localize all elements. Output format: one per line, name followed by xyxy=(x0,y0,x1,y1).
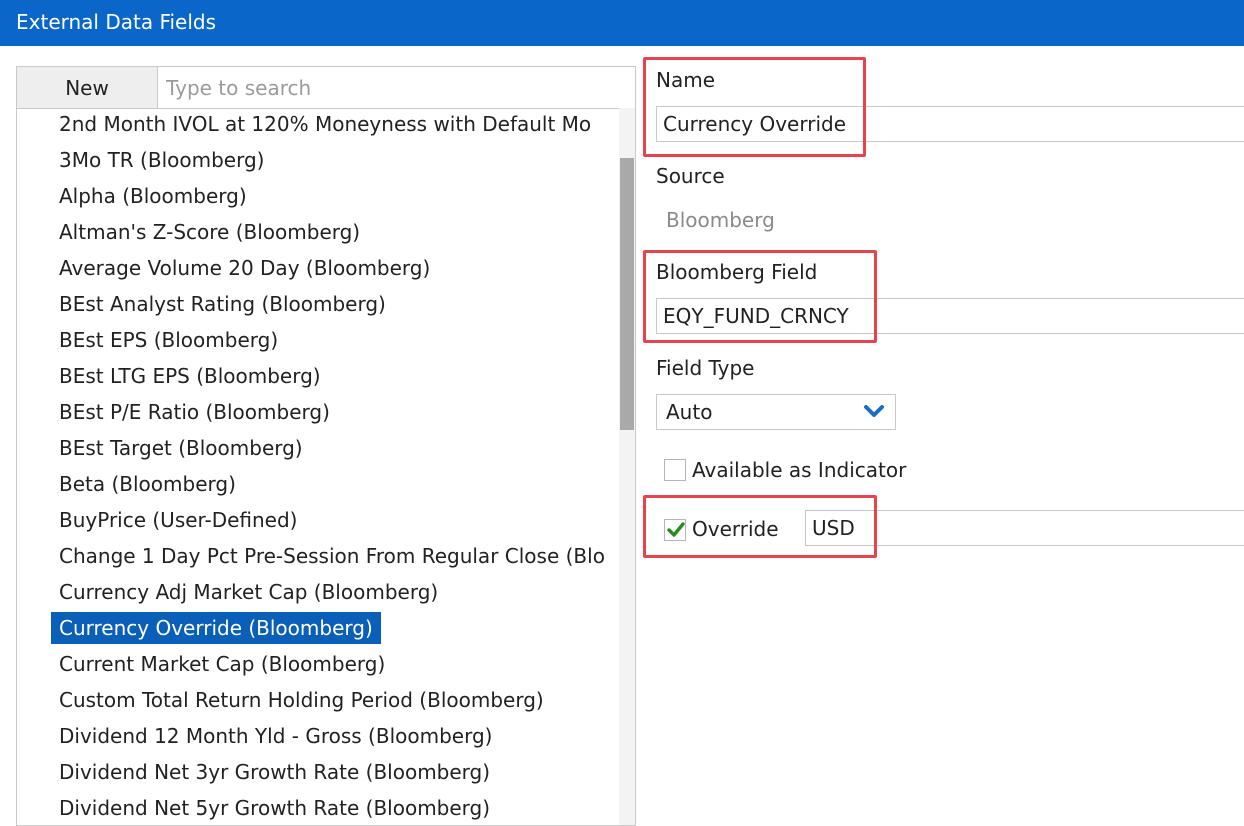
source-label: Source xyxy=(656,164,725,188)
list-item-selected[interactable]: Currency Override (Bloomberg) xyxy=(51,612,381,644)
list-item[interactable]: BEst LTG EPS (Bloomberg) xyxy=(51,360,329,392)
list-scrollbar[interactable] xyxy=(619,108,635,825)
fields-list: 2nd Month IVOL at 120% Moneyness with De… xyxy=(17,108,619,825)
fields-list-panel: New 2nd Month IVOL at 120% Moneyness wit… xyxy=(16,66,636,826)
list-item[interactable]: BEst Analyst Rating (Bloomberg) xyxy=(51,288,394,320)
list-item[interactable]: Dividend Net 5yr Growth Rate (Bloomberg) xyxy=(51,792,498,824)
list-item[interactable]: 3Mo TR (Bloomberg) xyxy=(51,144,272,176)
new-button[interactable]: New xyxy=(17,67,158,108)
list-item[interactable]: Beta (Bloomberg) xyxy=(51,468,244,500)
available-indicator-label: Available as Indicator xyxy=(692,458,907,482)
list-item[interactable]: BEst P/E Ratio (Bloomberg) xyxy=(51,396,338,428)
chevron-down-icon xyxy=(864,405,884,417)
field-type-value: Auto xyxy=(666,400,713,424)
list-item[interactable]: Change 1 Day Pct Pre-Session From Regula… xyxy=(51,540,613,572)
list-item[interactable]: Currency Adj Market Cap (Bloomberg) xyxy=(51,576,446,608)
field-type-select[interactable]: Auto xyxy=(656,394,896,430)
window-title: External Data Fields xyxy=(0,0,1244,46)
list-item[interactable]: Custom Total Return Holding Period (Bloo… xyxy=(51,684,552,716)
list-item[interactable]: BEst Target (Bloomberg) xyxy=(51,432,311,464)
list-item[interactable]: Altman's Z-Score (Bloomberg) xyxy=(51,216,368,248)
list-item[interactable]: BEst EPS (Bloomberg) xyxy=(51,324,286,356)
search-input[interactable] xyxy=(158,67,635,108)
annotation-highlight-override xyxy=(643,495,877,558)
list-item[interactable]: Average Volume 20 Day (Bloomberg) xyxy=(51,252,438,284)
source-value: Bloomberg xyxy=(666,208,775,232)
list-toolbar: New xyxy=(17,67,635,109)
field-type-label: Field Type xyxy=(656,356,755,380)
annotation-highlight-name xyxy=(643,57,866,157)
list-item[interactable]: 2nd Month IVOL at 120% Moneyness with De… xyxy=(51,108,599,140)
list-item[interactable]: Alpha (Bloomberg) xyxy=(51,180,255,212)
scrollbar-thumb[interactable] xyxy=(620,158,634,430)
list-item[interactable]: Current Market Cap (Bloomberg) xyxy=(51,648,393,680)
list-item[interactable]: BuyPrice (User-Defined) xyxy=(51,504,306,536)
annotation-highlight-bloomberg-field xyxy=(643,250,877,343)
available-indicator-checkbox[interactable] xyxy=(664,459,686,481)
list-item[interactable]: Dividend Net 3yr Growth Rate (Bloomberg) xyxy=(51,756,498,788)
list-item[interactable]: Dividend 12 Month Yld - Gross (Bloomberg… xyxy=(51,720,500,752)
